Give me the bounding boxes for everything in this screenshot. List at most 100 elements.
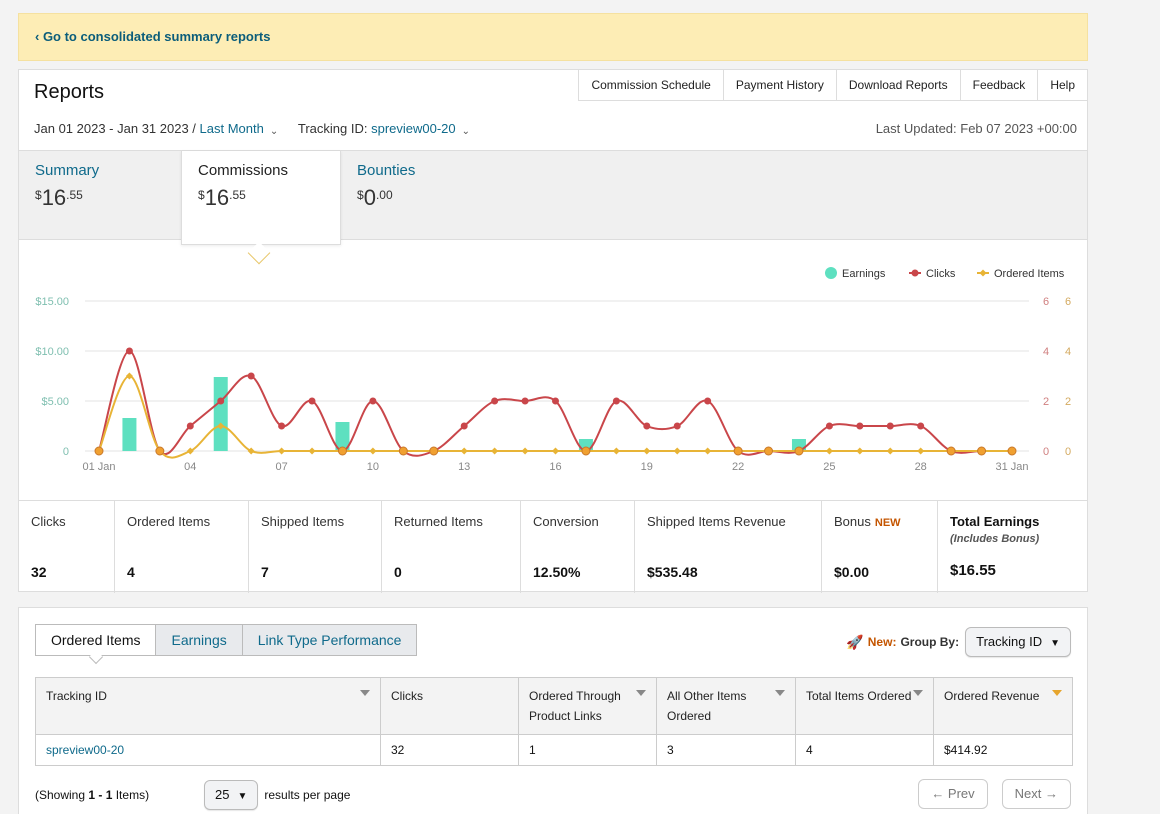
- clicks-point: [612, 397, 620, 405]
- period-dropdown[interactable]: Last Month: [200, 121, 264, 136]
- legend-ordered-items: Ordered Items: [994, 268, 1065, 280]
- y-right-tick-ordered: 4: [1065, 346, 1071, 358]
- legend-ordered-marker: [979, 269, 987, 277]
- next-button[interactable]: Next →: [1001, 779, 1071, 809]
- ordered-items-point: [94, 446, 104, 456]
- ordered-items-line: [98, 374, 1012, 459]
- tab-earnings[interactable]: Earnings: [156, 624, 243, 656]
- stat-ordered-items: Ordered Items 4: [115, 501, 249, 593]
- clicks-point: [491, 397, 499, 405]
- clicks-point: [552, 397, 559, 405]
- clicks-point: [643, 422, 651, 430]
- row-all-other-items: 3: [656, 734, 796, 766]
- row-ordered-revenue: $414.92: [933, 734, 1073, 766]
- clicks-point: [217, 397, 225, 405]
- tracking-id-dropdown[interactable]: spreview00-20: [371, 121, 456, 136]
- group-by-select[interactable]: Tracking ID ▼: [965, 627, 1071, 657]
- feedback-button[interactable]: Feedback: [960, 69, 1039, 101]
- commission-schedule-button[interactable]: Commission Schedule: [578, 69, 724, 101]
- ordered-items-point: [155, 446, 165, 456]
- x-tick: 19: [641, 461, 653, 473]
- stat-shipped-items: Shipped Items 7: [249, 501, 382, 593]
- page-title: Reports: [34, 81, 105, 103]
- sort-icon: [636, 690, 646, 696]
- prev-button[interactable]: ← Prev: [918, 779, 988, 809]
- ordered-items-point: [1007, 446, 1017, 456]
- col-tracking-id[interactable]: Tracking ID: [35, 677, 381, 735]
- col-ordered-through-links[interactable]: Ordered Through Product Links: [518, 677, 657, 735]
- stats-row: Clicks 32 Ordered Items 4 Shipped Items 7 R…: [19, 500, 1087, 593]
- per-page-select[interactable]: 25 ▼: [204, 780, 259, 810]
- ordered-items-point: [946, 446, 956, 456]
- clicks-point: [856, 422, 864, 430]
- ordered-items-point: [337, 446, 347, 456]
- earnings-bar: [122, 418, 137, 451]
- tab-link-type-performance[interactable]: Link Type Performance: [242, 624, 418, 656]
- report-tabs: Ordered Items Earnings Link Type Perform…: [35, 624, 418, 656]
- per-page-control: 25 ▼ results per page: [204, 780, 350, 810]
- stat-shipped-revenue: Shipped Items Revenue $535.48: [635, 501, 822, 593]
- legend-clicks: Clicks: [926, 268, 956, 280]
- chevron-down-icon[interactable]: ⌄: [270, 126, 278, 137]
- download-reports-button[interactable]: Download Reports: [836, 69, 961, 101]
- ordered-items-point: [491, 447, 499, 455]
- y-right-tick-clicks: 6: [1043, 296, 1049, 308]
- stat-returned-items: Returned Items 0: [382, 501, 521, 593]
- tab-summary-label: Summary: [35, 162, 100, 179]
- x-tick: 13: [458, 461, 470, 473]
- y-right-tick-clicks: 0: [1043, 446, 1049, 458]
- new-label: New:: [867, 635, 897, 649]
- help-button[interactable]: Help: [1038, 69, 1088, 101]
- row-total-items: 4: [795, 734, 934, 766]
- col-total-items[interactable]: Total Items Ordered: [795, 677, 934, 735]
- legend-clicks-marker: [911, 269, 919, 277]
- ordered-items-point: [733, 446, 743, 456]
- payment-history-button[interactable]: Payment History: [723, 69, 837, 101]
- legend-earnings-marker: [825, 267, 837, 279]
- consolidated-reports-link[interactable]: ‹ Go to consolidated summary reports: [35, 29, 271, 44]
- ordered-items-point: [429, 446, 439, 456]
- sort-icon: [1052, 690, 1062, 696]
- clicks-point: [247, 372, 255, 380]
- x-tick: 25: [823, 461, 835, 473]
- row-ordered-through-links: 1: [518, 734, 657, 766]
- x-tick: 04: [184, 461, 196, 473]
- chevron-down-icon[interactable]: ⌄: [462, 126, 470, 137]
- clicks-point: [278, 422, 286, 430]
- tab-summary[interactable]: Summary $16.55: [19, 151, 181, 241]
- ordered-items-point: [794, 446, 804, 456]
- col-all-other-items[interactable]: All Other Items Ordered: [656, 677, 796, 735]
- stat-bonus: Bonus NEW $0.00: [822, 501, 938, 593]
- x-tick: 10: [367, 461, 379, 473]
- clicks-point: [460, 422, 468, 430]
- row-tracking-id[interactable]: spreview00-20: [35, 734, 381, 766]
- clicks-point: [704, 397, 712, 405]
- row-clicks: 32: [380, 734, 519, 766]
- commissions-amount: $16.55: [198, 185, 246, 210]
- tab-commissions-label: Commissions: [198, 162, 289, 179]
- pagination: ← Prev Next →: [904, 779, 1071, 809]
- ordered-items-point: [278, 447, 286, 455]
- table-row: spreview00-20 32 1 3 4 $414.92: [35, 734, 1073, 766]
- sort-icon: [775, 690, 785, 696]
- summary-tabs: Summary $16.55 Commissions $16.55 Bounti…: [19, 150, 1087, 245]
- y-right-tick-ordered: 0: [1065, 446, 1071, 458]
- tab-bounties[interactable]: Bounties $0.00: [341, 151, 501, 241]
- x-tick: 07: [275, 461, 287, 473]
- per-page-label: results per page: [264, 788, 351, 802]
- ordered-items-point: [398, 446, 408, 456]
- clicks-point: [125, 347, 133, 355]
- last-updated: Last Updated: Feb 07 2023 +00:00: [875, 121, 1077, 136]
- new-badge: NEW: [874, 517, 901, 529]
- earnings-bar: [213, 377, 228, 451]
- ordered-items-point: [460, 447, 468, 455]
- reports-panel: Reports Commission Schedule Payment Hist…: [18, 69, 1088, 593]
- col-clicks[interactable]: Clicks: [380, 677, 519, 735]
- col-ordered-revenue[interactable]: Ordered Revenue: [933, 677, 1073, 735]
- tab-commissions[interactable]: Commissions $16.55: [181, 151, 341, 245]
- y-left-tick: $15.00: [35, 296, 69, 308]
- clicks-point: [886, 422, 894, 430]
- ordered-items-point: [521, 447, 529, 455]
- clicks-point: [369, 397, 377, 405]
- stat-conversion: Conversion 12.50%: [521, 501, 635, 593]
